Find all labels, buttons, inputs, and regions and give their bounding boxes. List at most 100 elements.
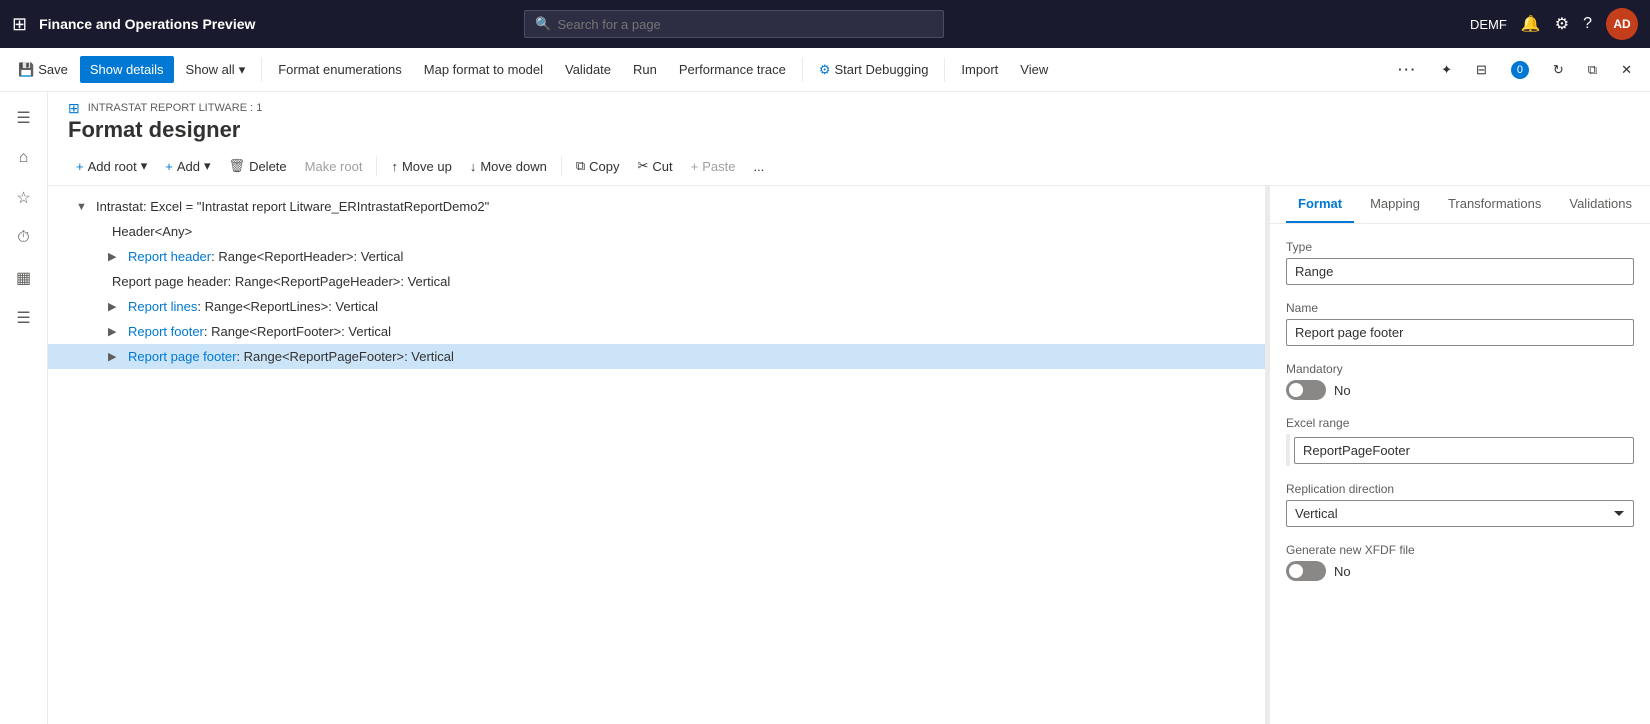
mandatory-toggle-row: No <box>1286 380 1634 400</box>
report-page-footer-link[interactable]: Report page footer <box>128 349 236 364</box>
replication-select[interactable]: Vertical Horizontal None <box>1286 500 1634 527</box>
search-input[interactable] <box>557 17 933 32</box>
validate-button[interactable]: Validate <box>555 56 621 83</box>
format-enumerations-button[interactable]: Format enumerations <box>268 56 412 83</box>
add-root-label: Add root <box>88 159 137 174</box>
excel-range-label: Excel range <box>1286 416 1634 430</box>
settings-icon[interactable]: ⚙ <box>1555 14 1569 34</box>
clock-icon-button[interactable]: ⏱ <box>6 220 42 256</box>
close-button[interactable]: ✕ <box>1611 56 1642 84</box>
tree-item-report-page-footer[interactable]: ▶ Report page footer: Range<ReportPageFo… <box>48 344 1265 369</box>
name-input[interactable] <box>1286 319 1634 346</box>
filter-icon[interactable]: ⊞ <box>68 100 80 117</box>
name-field: Name <box>1286 301 1634 346</box>
badge-button[interactable]: 0 <box>1501 55 1539 85</box>
make-root-button[interactable]: Make root <box>297 154 371 179</box>
user-label: DEMF <box>1470 17 1507 32</box>
generate-xfdf-toggle[interactable] <box>1286 561 1326 581</box>
delete-button[interactable]: 🗑 Delete <box>221 153 295 179</box>
calendar-icon-button[interactable]: ▦ <box>6 260 42 296</box>
header-item-text: Header<Any> <box>112 224 192 239</box>
tab-validations[interactable]: Validations <box>1557 186 1644 223</box>
replication-label: Replication direction <box>1286 482 1634 496</box>
toolbar-separator <box>376 156 377 176</box>
report-lines-link[interactable]: Report lines <box>128 299 197 314</box>
cut-button[interactable]: ✂ Cut <box>629 153 680 179</box>
tree-item-report-header[interactable]: ▶ Report header: Range<ReportHeader>: Ve… <box>48 244 1265 269</box>
add-root-button[interactable]: + Add root ▾ <box>68 153 155 179</box>
report-page-footer-text: Report page footer: Range<ReportPageFoot… <box>128 349 454 364</box>
cut-label: Cut <box>652 159 672 174</box>
move-down-label: Move down <box>480 159 546 174</box>
show-all-button[interactable]: Show all ▾ <box>176 56 256 84</box>
refresh-button[interactable]: ↻ <box>1543 56 1574 84</box>
report-page-header-text: Report page header: Range<ReportPageHead… <box>112 274 450 289</box>
more-toolbar-label: ... <box>753 159 764 174</box>
root-item-text: Intrastat: Excel = "Intrastat report Lit… <box>96 199 489 214</box>
expand-icon-button[interactable]: ⊟ <box>1466 56 1497 84</box>
home-icon-button[interactable]: ⌂ <box>6 140 42 176</box>
import-label: Import <box>961 62 998 77</box>
page-title: Format designer <box>68 117 1630 143</box>
tree-root-item[interactable]: ▼ Intrastat: Excel = "Intrastat report L… <box>48 194 1265 219</box>
map-format-label: Map format to model <box>424 62 543 77</box>
tab-format[interactable]: Format <box>1286 186 1354 223</box>
save-button[interactable]: 💾 Save <box>8 56 78 84</box>
collapse-icon: ▼ <box>76 201 92 213</box>
show-all-label: Show all <box>186 62 235 77</box>
map-format-button[interactable]: Map format to model <box>414 56 553 83</box>
delete-icon: 🗑 <box>229 158 246 174</box>
tab-mapping[interactable]: Mapping <box>1358 186 1432 223</box>
move-up-button[interactable]: ↑ Move up <box>383 154 459 179</box>
mandatory-field: Mandatory No <box>1286 362 1634 400</box>
move-up-icon: ↑ <box>391 159 398 174</box>
avatar[interactable]: AD <box>1606 8 1638 40</box>
save-icon: 💾 <box>18 62 34 78</box>
tree-item-report-lines[interactable]: ▶ Report lines: Range<ReportLines>: Vert… <box>48 294 1265 319</box>
star-icon-button[interactable]: ☆ <box>6 180 42 216</box>
start-debugging-button[interactable]: ⚙ Start Debugging <box>809 56 939 84</box>
help-icon[interactable]: ? <box>1583 15 1592 33</box>
list-icon-button[interactable]: ☰ <box>6 300 42 336</box>
breadcrumb: INTRASTAT REPORT LITWARE : 1 <box>88 102 263 114</box>
move-down-button[interactable]: ↓ Move down <box>462 154 555 179</box>
paste-button[interactable]: + Paste <box>683 154 744 179</box>
delete-label: Delete <box>249 159 287 174</box>
add-root-chevron: ▾ <box>141 158 148 174</box>
add-button[interactable]: + Add ▾ <box>157 153 218 179</box>
cut-icon: ✂ <box>637 158 648 174</box>
view-button[interactable]: View <box>1010 56 1058 83</box>
notification-icon[interactable]: 🔔 <box>1521 14 1541 34</box>
mandatory-label: Mandatory <box>1286 362 1634 376</box>
import-button[interactable]: Import <box>951 56 1008 83</box>
tree-item-report-footer[interactable]: ▶ Report footer: Range<ReportFooter>: Ve… <box>48 319 1265 344</box>
excel-range-field: Excel range <box>1286 416 1634 466</box>
paste-icon: + <box>691 159 699 174</box>
separator-2 <box>802 58 803 82</box>
open-in-new-button[interactable]: ⧉ <box>1578 56 1607 84</box>
search-bar[interactable]: 🔍 <box>524 10 944 38</box>
tree-item-header[interactable]: Header<Any> <box>48 219 1265 244</box>
app-title: Finance and Operations Preview <box>39 16 255 32</box>
view-label: View <box>1020 62 1048 77</box>
tree-item-report-page-header[interactable]: Report page header: Range<ReportPageHead… <box>48 269 1265 294</box>
mandatory-toggle[interactable] <box>1286 380 1326 400</box>
excel-range-input[interactable] <box>1294 437 1634 464</box>
performance-trace-button[interactable]: Performance trace <box>669 56 796 83</box>
run-button[interactable]: Run <box>623 56 667 83</box>
tab-transformations[interactable]: Transformations <box>1436 186 1553 223</box>
copy-button[interactable]: ⧉ Copy <box>568 153 628 179</box>
report-footer-link[interactable]: Report footer <box>128 324 204 339</box>
format-enumerations-label: Format enumerations <box>278 62 402 77</box>
start-debugging-label: Start Debugging <box>834 62 928 77</box>
report-header-link[interactable]: Report header <box>128 249 211 264</box>
more-button[interactable]: ··· <box>1388 56 1427 83</box>
favorites-icon-button[interactable]: ✦ <box>1431 56 1462 84</box>
more-toolbar-button[interactable]: ... <box>745 154 772 179</box>
grid-icon[interactable]: ⊞ <box>12 14 27 35</box>
show-details-button[interactable]: Show details <box>80 56 174 83</box>
add-plus-icon: + <box>165 159 173 174</box>
main-layout: ☰ ⌂ ☆ ⏱ ▦ ☰ ⊞ INTRASTAT REPORT LITWARE :… <box>0 92 1650 724</box>
hamburger-icon-button[interactable]: ☰ <box>6 100 42 136</box>
type-input[interactable] <box>1286 258 1634 285</box>
